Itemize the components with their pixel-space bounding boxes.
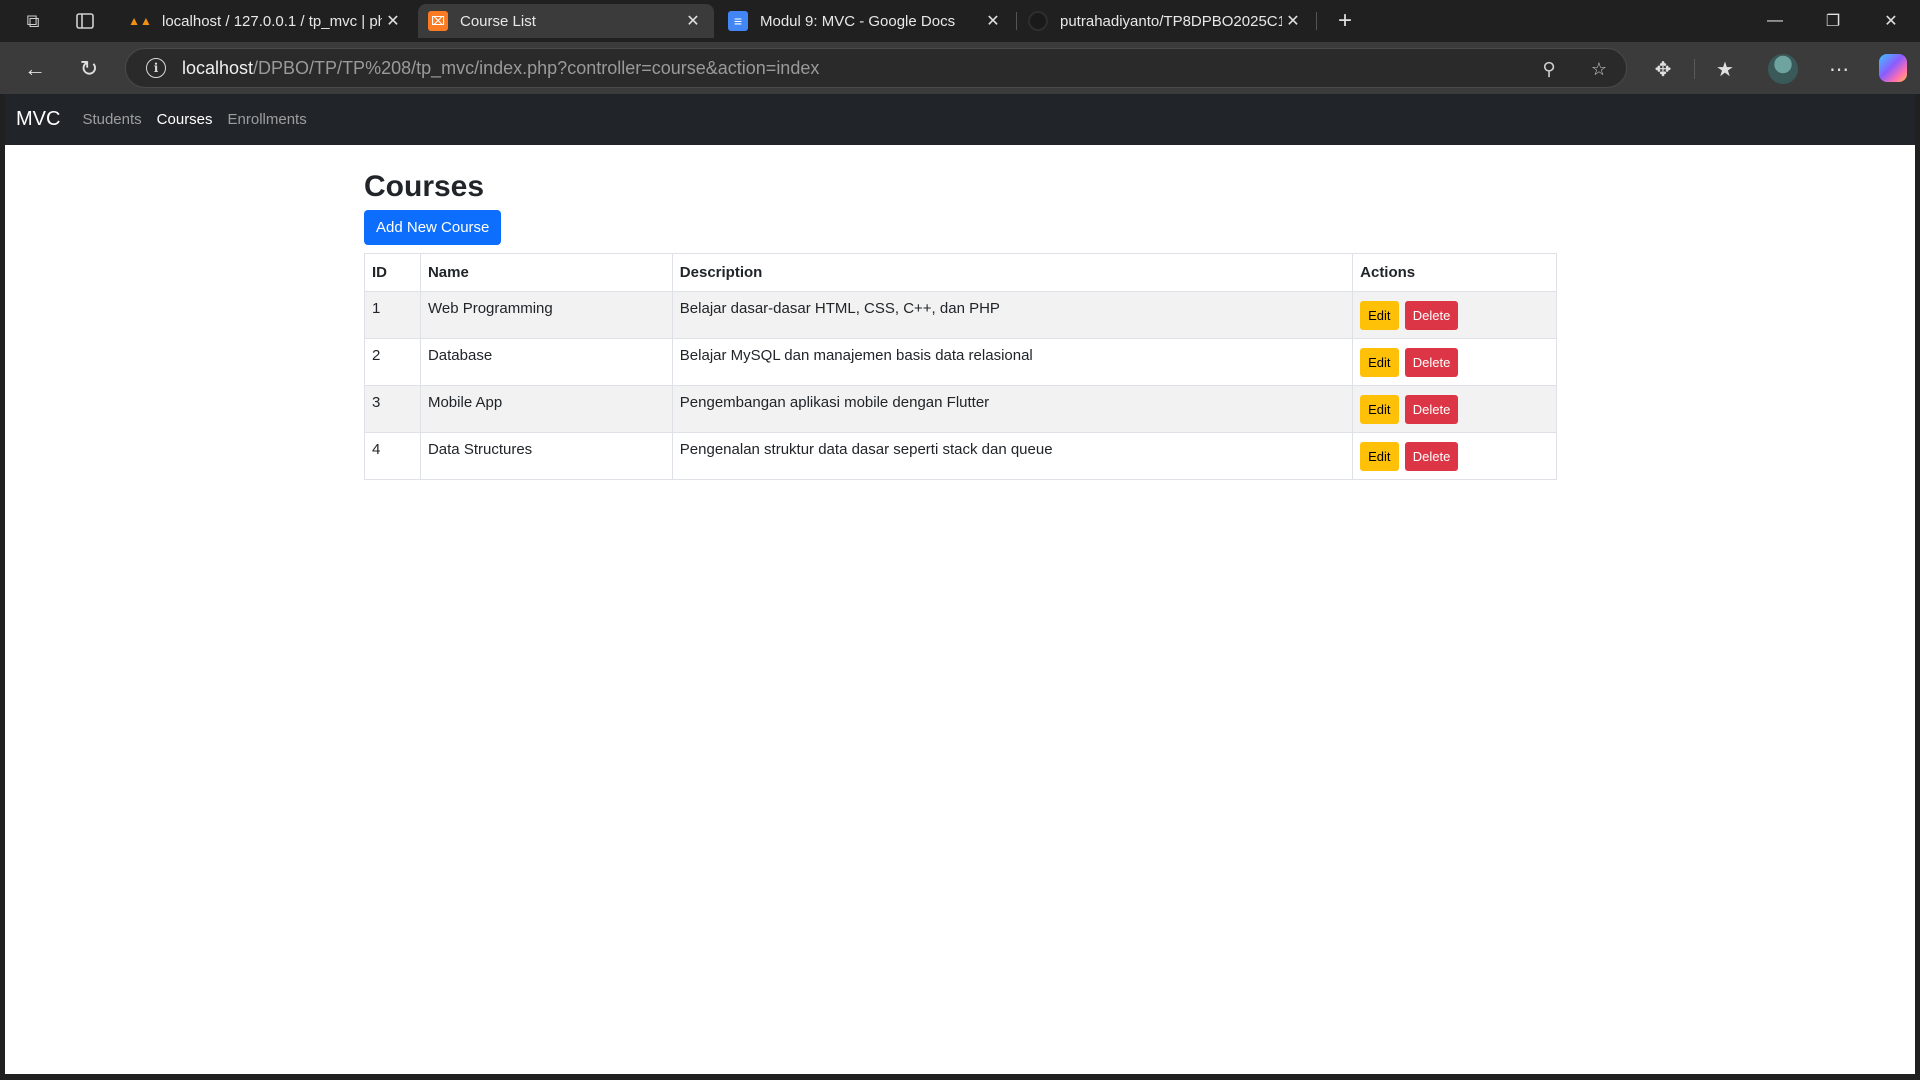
tab-title: localhost / 127.0.0.1 / tp_mvc | ph — [162, 12, 382, 30]
minimize-icon[interactable]: — — [1746, 0, 1804, 42]
back-icon[interactable]: ← — [18, 52, 52, 86]
table-row: 4 Data Structures Pengenalan struktur da… — [364, 432, 1557, 480]
add-new-course-button[interactable]: Add New Course — [364, 210, 502, 245]
cell-actions: Edit Delete — [1352, 291, 1557, 339]
cell-id: 2 — [364, 338, 421, 386]
new-tab-icon[interactable]: + — [1328, 4, 1362, 38]
restore-icon[interactable]: ❐ — [1804, 0, 1862, 42]
nav-link-students[interactable]: Students — [82, 111, 141, 128]
address-bar[interactable]: i localhost/DPBO/TP/TP%208/tp_mvc/index.… — [125, 48, 1627, 88]
cell-id: 3 — [364, 385, 421, 433]
copilot-icon[interactable] — [1879, 54, 1907, 82]
site-info-icon[interactable]: i — [146, 58, 166, 78]
toolbar-divider — [1694, 59, 1695, 79]
cell-description: Belajar dasar-dasar HTML, CSS, C++, dan … — [671, 291, 1354, 339]
delete-button[interactable]: Delete — [1404, 395, 1459, 424]
tab-course-list[interactable]: ⌧ Course List ✕ — [418, 4, 714, 38]
page-viewport: MVC Students Courses Enrollments Courses… — [5, 94, 1915, 1074]
google-docs-icon: ≡ — [728, 11, 748, 31]
close-tab-icon[interactable]: ✕ — [982, 11, 1004, 31]
browser-tab-strip: ⧉ ▲▲ localhost / 127.0.0.1 / tp_mvc | ph… — [0, 0, 1920, 42]
close-tab-icon[interactable]: ✕ — [382, 11, 404, 31]
cell-name: Database — [419, 338, 673, 386]
favorites-icon[interactable]: ★ — [1708, 52, 1742, 86]
top-navbar: MVC Students Courses Enrollments — [5, 94, 1915, 145]
edit-button[interactable]: Edit — [1360, 348, 1399, 377]
column-header-actions: Actions — [1352, 253, 1557, 292]
cell-description: Belajar MySQL dan manajemen basis data r… — [671, 338, 1354, 386]
cell-name: Mobile App — [419, 385, 673, 433]
more-options-icon[interactable]: ⋯ — [1822, 52, 1856, 86]
tab-phpmyadmin[interactable]: ▲▲ localhost / 127.0.0.1 / tp_mvc | ph ✕ — [120, 4, 414, 38]
url-host: localhost — [182, 57, 254, 78]
delete-button[interactable]: Delete — [1404, 348, 1459, 377]
table-row: 2 Database Belajar MySQL dan manajemen b… — [364, 338, 1557, 386]
column-header-name: Name — [419, 253, 673, 292]
workspaces-icon[interactable]: ⧉ — [12, 0, 54, 42]
tab-separator — [1016, 12, 1017, 30]
cell-actions: Edit Delete — [1352, 385, 1557, 433]
xampp-icon: ⌧ — [428, 11, 448, 31]
vertical-tabs-icon[interactable] — [64, 0, 106, 42]
url-path: /DPBO/TP/TP%208/tp_mvc/index.php?control… — [253, 57, 820, 78]
tab-title: Course List — [460, 12, 536, 30]
cell-actions: Edit Delete — [1352, 338, 1557, 386]
cell-description: Pengenalan struktur data dasar seperti s… — [671, 432, 1354, 480]
edit-button[interactable]: Edit — [1360, 395, 1399, 424]
cell-id: 1 — [364, 291, 421, 339]
courses-table: ID Name Description Actions 1 Web Progra… — [364, 253, 1557, 480]
tab-title: Modul 9: MVC - Google Docs — [760, 12, 956, 30]
cell-name: Web Programming — [419, 291, 673, 339]
column-header-description: Description — [671, 253, 1354, 292]
cell-name: Data Structures — [419, 432, 673, 480]
delete-button[interactable]: Delete — [1404, 301, 1459, 330]
nav-link-enrollments[interactable]: Enrollments — [228, 111, 307, 128]
main-container: Courses Add New Course ID Name Descripti… — [364, 145, 1557, 480]
delete-button[interactable]: Delete — [1404, 442, 1459, 471]
cell-description: Pengembangan aplikasi mobile dengan Flut… — [671, 385, 1354, 433]
page-title: Courses — [364, 170, 485, 203]
nav-link-courses[interactable]: Courses — [157, 111, 213, 128]
zoom-icon[interactable]: ⚲ — [1538, 58, 1560, 80]
tab-title: putrahadiyanto/TP8DPBO2025C1 — [1060, 12, 1282, 30]
tab-separator — [1316, 12, 1317, 30]
table-row: 3 Mobile App Pengembangan aplikasi mobil… — [364, 385, 1557, 433]
extensions-icon[interactable]: ✥ — [1646, 52, 1680, 86]
profile-avatar[interactable] — [1768, 54, 1798, 84]
close-tab-icon[interactable]: ✕ — [1282, 11, 1304, 31]
github-icon — [1028, 11, 1048, 31]
phpmyadmin-icon: ▲▲ — [128, 14, 152, 28]
table-header-row: ID Name Description Actions — [364, 253, 1557, 292]
cell-id: 4 — [364, 432, 421, 480]
navbar-brand[interactable]: MVC — [16, 108, 60, 131]
browser-toolbar: ← ↻ i localhost/DPBO/TP/TP%208/tp_mvc/in… — [0, 42, 1920, 94]
edit-button[interactable]: Edit — [1360, 301, 1399, 330]
tab-github[interactable]: putrahadiyanto/TP8DPBO2025C1 ✕ — [1018, 4, 1314, 38]
refresh-icon[interactable]: ↻ — [72, 52, 106, 86]
table-row: 1 Web Programming Belajar dasar-dasar HT… — [364, 291, 1557, 339]
edit-button[interactable]: Edit — [1360, 442, 1399, 471]
cell-actions: Edit Delete — [1352, 432, 1557, 480]
favorite-star-icon[interactable]: ☆ — [1588, 58, 1610, 80]
close-window-icon[interactable]: ✕ — [1862, 0, 1920, 42]
tab-google-docs[interactable]: ≡ Modul 9: MVC - Google Docs ✕ — [718, 4, 1014, 38]
column-header-id: ID — [364, 253, 421, 292]
close-tab-icon[interactable]: ✕ — [682, 11, 704, 31]
url-text[interactable]: localhost/DPBO/TP/TP%208/tp_mvc/index.ph… — [182, 58, 819, 79]
